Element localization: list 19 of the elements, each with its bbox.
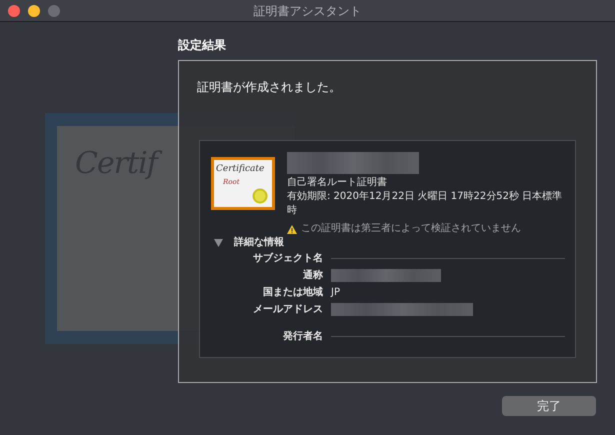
field-label: メールアドレス [252, 303, 323, 317]
warning-text: この証明書は第三者によって検証されていません [301, 222, 521, 236]
seal-icon [252, 188, 268, 204]
minimize-button[interactable] [28, 5, 40, 17]
warning-icon [287, 224, 297, 234]
close-button[interactable] [8, 5, 20, 17]
field-label: 国または地域 [262, 286, 323, 300]
section-heading: 設定結果 [178, 37, 227, 54]
field-label: サブジェクト名 [252, 252, 323, 266]
field-label: 通称 [302, 268, 323, 283]
window-title: 証明書アシスタント [254, 2, 362, 20]
status-message: 証明書が作成されました。 [197, 79, 342, 96]
certificate-type: 自己署名ルート証明書 [287, 176, 388, 190]
expiry-date: 有効期限: 2020年12月22日 火曜日 17時22分52秒 日本標準時 [287, 190, 564, 218]
field-label: 発行者名 [282, 330, 323, 344]
field-value: JP [331, 286, 340, 300]
done-button[interactable]: 完了 [502, 396, 596, 416]
thumbnail-title: Certificate [216, 163, 264, 176]
details-label: 詳細な情報 [234, 236, 284, 250]
